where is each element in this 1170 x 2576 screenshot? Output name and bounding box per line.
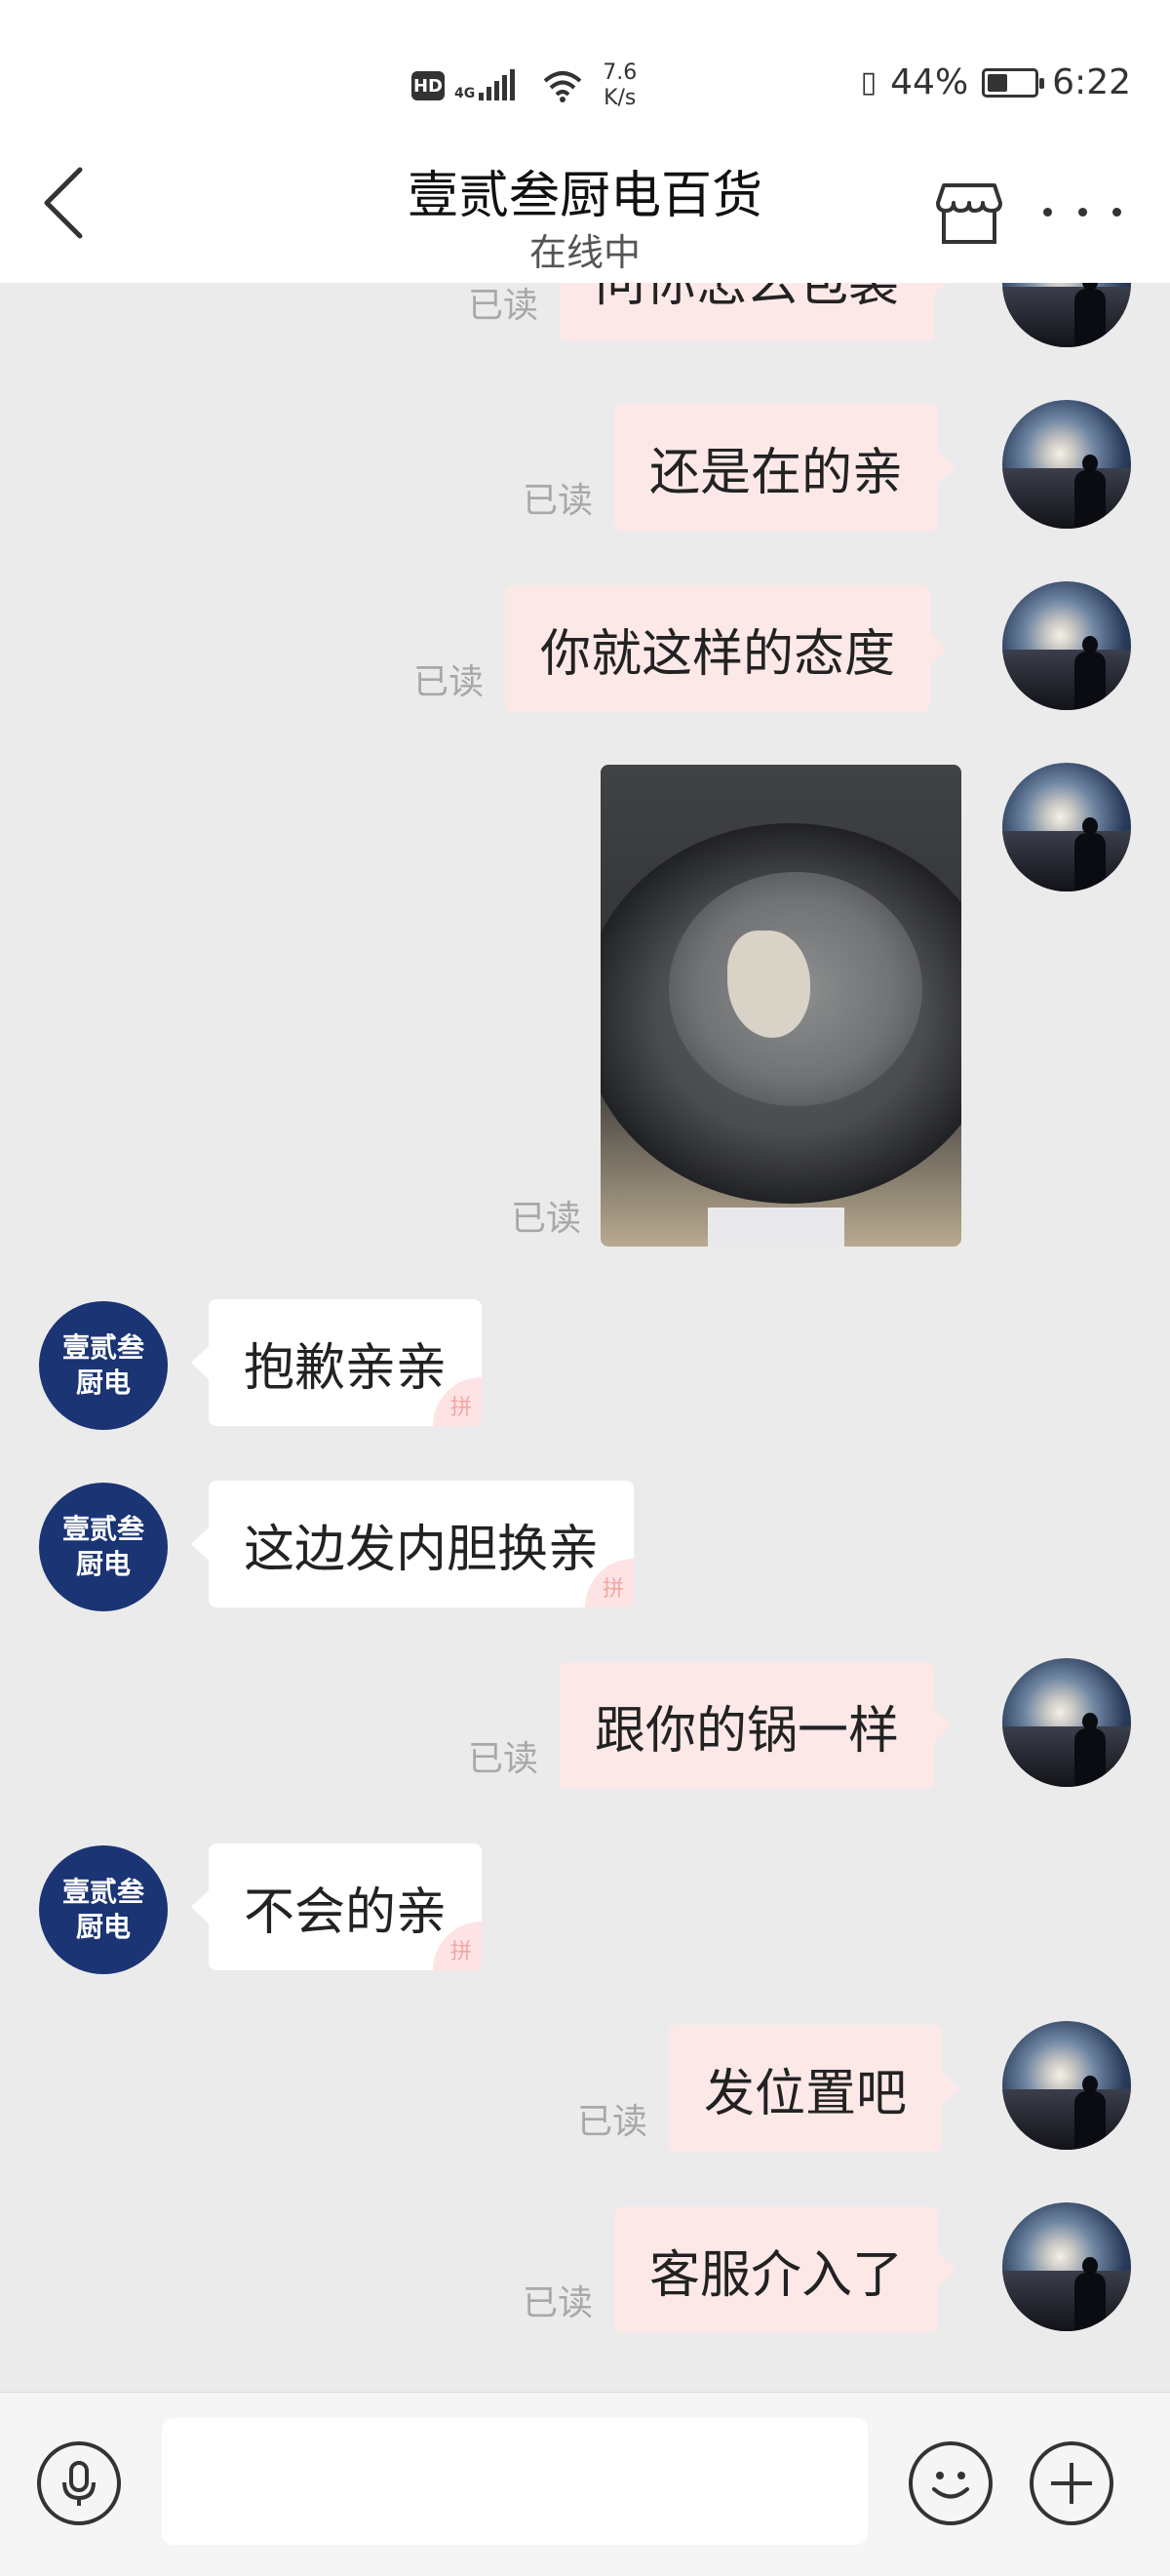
more-icon[interactable]: [1043, 197, 1121, 226]
vibrate-icon: ▯: [860, 65, 878, 99]
shop-avatar[interactable]: 壹贰叁 厨电: [39, 1845, 168, 1974]
shop-avatar[interactable]: 壹贰叁 厨电: [39, 1301, 168, 1430]
shop-icon[interactable]: [934, 178, 1004, 248]
outgoing-message[interactable]: 客服介入了: [614, 2206, 956, 2333]
message-text: 你就这样的态度: [540, 624, 896, 684]
shop-avatar-line2: 厨电: [75, 1911, 131, 1943]
user-avatar[interactable]: [1002, 2202, 1131, 2331]
status-left: HD 4G 7.6 K/s: [411, 60, 637, 111]
shop-avatar-line1: 壹贰叁: [61, 1513, 144, 1545]
user-avatar[interactable]: [1002, 1658, 1131, 1787]
message-text: 发位置吧: [704, 2064, 908, 2123]
message-text: 抱歉亲亲: [244, 1338, 448, 1398]
battery-percent: 44%: [890, 62, 969, 102]
incoming-message[interactable]: 抱歉亲亲 拼: [190, 1299, 483, 1426]
read-receipt: 已读: [468, 1739, 539, 1779]
outgoing-message[interactable]: 问你怎么包装: [560, 283, 953, 341]
speed-value: 7.6: [603, 60, 638, 85]
user-avatar[interactable]: [1002, 2021, 1131, 2150]
pot-photo-message[interactable]: [601, 765, 961, 1247]
message-text: 跟你的锅一样: [595, 1701, 900, 1761]
read-receipt: 已读: [511, 1199, 582, 1239]
incoming-message[interactable]: 不会的亲 拼: [190, 1843, 483, 1970]
shop-avatar-line1: 壹贰叁: [61, 1876, 144, 1908]
outgoing-message[interactable]: 跟你的锅一样: [560, 1662, 953, 1789]
user-avatar[interactable]: [1002, 763, 1131, 892]
shop-avatar-line2: 厨电: [75, 1367, 131, 1399]
clock: 6:22: [1052, 62, 1131, 102]
shop-avatar[interactable]: 壹贰叁 厨电: [39, 1483, 168, 1611]
network-type: 4G: [454, 86, 476, 101]
battery-icon: [982, 67, 1045, 98]
message-text: 这边发内胆换亲: [244, 1520, 600, 1579]
message-text: 还是在的亲: [649, 443, 904, 502]
plus-icon[interactable]: [1030, 2441, 1113, 2525]
mic-icon[interactable]: [37, 2441, 121, 2525]
shop-avatar-line2: 厨电: [75, 1548, 131, 1580]
read-receipt: 已读: [577, 2102, 648, 2142]
message-text: 不会的亲: [244, 1882, 448, 1942]
battery-fill: [988, 73, 1008, 92]
outgoing-message[interactable]: 你就这样的态度: [505, 585, 949, 712]
message-input[interactable]: [162, 2418, 868, 2545]
network-speed: 7.6 K/s: [603, 60, 637, 111]
read-receipt: 已读: [468, 286, 539, 326]
incoming-message[interactable]: 这边发内胆换亲 拼: [190, 1481, 635, 1607]
chat-area: 已读 问你怎么包装 已读 还是在的亲 已读 你就这样的态度 已读 壹贰叁 厨电 …: [0, 283, 1170, 2392]
user-avatar[interactable]: [1002, 400, 1131, 529]
user-avatar[interactable]: [1002, 581, 1131, 710]
message-text: 问你怎么包装: [595, 283, 900, 313]
shop-avatar-line1: 壹贰叁: [61, 1331, 144, 1364]
wifi-icon: [543, 71, 582, 102]
status-bar: HD 4G 7.6 K/s ▯ 44% 6:22: [0, 0, 1170, 146]
speed-unit: K/s: [604, 86, 637, 110]
hd-badge: HD: [411, 71, 445, 100]
read-receipt: 已读: [523, 2283, 594, 2323]
read-receipt: 已读: [413, 662, 485, 702]
read-receipt: 已读: [523, 481, 594, 521]
input-bar: [0, 2392, 1170, 2576]
outgoing-message[interactable]: 发位置吧: [669, 2025, 960, 2152]
status-right: ▯ 44% 6:22: [861, 62, 1131, 102]
chat-header: 壹贰叁厨电百货 在线中: [0, 146, 1170, 283]
message-text: 客服介入了: [649, 2245, 904, 2305]
outgoing-message[interactable]: 还是在的亲: [614, 404, 956, 531]
cellular-signal-icon: 4G: [454, 69, 516, 101]
emoji-icon[interactable]: [909, 2441, 993, 2525]
user-avatar[interactable]: [1002, 283, 1131, 347]
